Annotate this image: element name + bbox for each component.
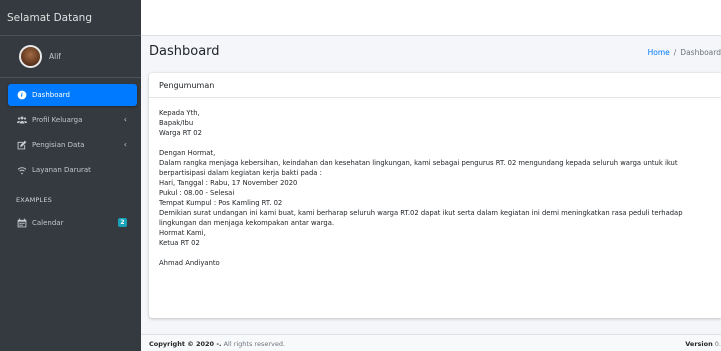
announcement-signature: Ahmad Andiyanto — [159, 259, 220, 267]
footer: Copyright © 2020 -. All rights reserved.… — [141, 334, 721, 351]
sidebar-item-label: Pengisian Data — [32, 141, 85, 149]
calendar-icon — [16, 218, 27, 229]
announcement-line: lingkungan dan menjaga kekompakan antar … — [159, 219, 335, 227]
sidebar-item-pengisian-data[interactable]: Pengisian Data ‹ — [8, 134, 137, 156]
breadcrumb-current: Dashboard — [680, 48, 721, 57]
announcement-body: Kepada Yth, Bapak/Ibu Warga RT 02 Dengan… — [149, 98, 721, 268]
announcement-line: Dalam rangka menjaga kebersihan, keindah… — [159, 159, 678, 167]
announcement-line: Bapak/Ibu — [159, 119, 194, 127]
footer-copyright: Copyright © 2020 -. All rights reserved. — [149, 340, 285, 348]
announcement-card: Pengumuman Kepada Yth, Bapak/Ibu Warga R… — [149, 73, 721, 318]
sidebar-item-label: Calendar — [32, 219, 64, 227]
sidebar-item-label: Profil Keluarga — [32, 116, 83, 124]
footer-version: Version 0. — [685, 340, 721, 348]
sidebar-item-label: Layanan Darurat — [32, 166, 91, 174]
sidebar: Selamat Datang Alif Dashboard Profil Kel… — [0, 0, 141, 351]
announcement-line: Dengan Hormat, — [159, 149, 216, 157]
user-panel: Alif — [0, 36, 141, 78]
footer-version-label: Version — [685, 340, 713, 348]
wifi-icon — [16, 165, 27, 176]
sidebar-item-profil-keluarga[interactable]: Profil Keluarga ‹ — [8, 109, 137, 131]
announcement-line: Pukul : 08.00 - Selesai — [159, 189, 235, 197]
announcement-line: Demikian surat undangan ini kami buat, k… — [159, 209, 683, 217]
top-navbar — [141, 0, 721, 36]
announcement-line: Warga RT 02 — [159, 129, 202, 137]
footer-copyright-bold: Copyright © 2020 -. — [149, 340, 222, 348]
user-name[interactable]: Alif — [49, 52, 61, 61]
edit-icon — [16, 140, 27, 151]
brand-title[interactable]: Selamat Datang — [0, 0, 141, 36]
announcement-line: Tempat Kumpul : Pos Kamling RT. 02 — [159, 199, 283, 207]
sidebar-item-layanan-darurat[interactable]: Layanan Darurat — [8, 159, 137, 181]
sidebar-item-label: Dashboard — [32, 91, 70, 99]
sidebar-item-dashboard[interactable]: Dashboard — [8, 84, 137, 106]
breadcrumb: Home / Dashboard — [648, 48, 721, 57]
dashboard-icon — [16, 90, 27, 101]
page-title: Dashboard — [149, 44, 220, 59]
breadcrumb-separator: / — [673, 48, 677, 57]
sidebar-item-calendar[interactable]: Calendar 2 — [8, 212, 137, 234]
sidebar-header-examples: EXAMPLES — [16, 196, 52, 204]
announcement-line: Kepada Yth, — [159, 109, 200, 117]
chevron-left-icon: ‹ — [123, 140, 127, 149]
calendar-badge: 2 — [118, 218, 127, 227]
announcement-line: Hormat Kami, — [159, 229, 206, 237]
content-header: Dashboard Home / Dashboard — [149, 42, 721, 66]
announcement-line: Hari, Tanggal : Rabu, 17 November 2020 — [159, 179, 298, 187]
footer-copyright-rest: All rights reserved. — [221, 340, 286, 348]
breadcrumb-home-link[interactable]: Home — [648, 48, 670, 57]
announcement-line: berpartisipasi dalam kegiatan kerja bakt… — [159, 169, 322, 177]
footer-version-value: 0. — [714, 340, 721, 348]
card-title: Pengumuman — [149, 73, 721, 98]
chevron-left-icon: ‹ — [123, 115, 127, 124]
avatar[interactable] — [19, 45, 42, 68]
users-icon — [16, 115, 27, 126]
announcement-line: Ketua RT 02 — [159, 239, 200, 247]
sidebar-nav: Dashboard Profil Keluarga ‹ Pengisian Da… — [0, 84, 141, 237]
